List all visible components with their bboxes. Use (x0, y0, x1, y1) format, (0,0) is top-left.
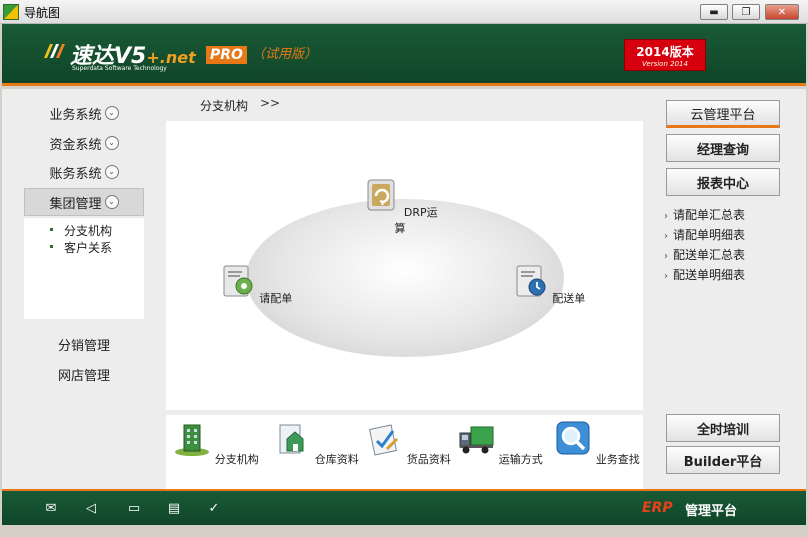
training-button[interactable]: 全时培训 (666, 414, 780, 442)
chevron-right-icon: › (664, 231, 668, 242)
trial-label: （试用版） (252, 47, 318, 62)
close-icon: ✕ (777, 6, 787, 18)
breadcrumb-arrow: >> (260, 96, 281, 110)
nav-item-distribution[interactable]: 分销管理 (24, 335, 144, 354)
check-icon[interactable]: ✓ (205, 501, 223, 517)
nav-label: 业务系统 (49, 107, 102, 123)
nav-item-funds[interactable]: 资金系统 ⌄ (24, 129, 144, 157)
nav-label: 账务系统 (49, 166, 102, 182)
nav-label: 资金系统 (49, 137, 102, 153)
builder-platform-button[interactable]: Builder平台 (666, 446, 780, 474)
nav-label: 集团管理 (49, 196, 102, 212)
chevron-down-icon: ⌄ (104, 165, 119, 179)
main-area: 业务系统 ⌄ 资金系统 ⌄ 账务系统 ⌄ 集团管理 ⌄ 分支机构 客户关系 分销管理 网… (2, 89, 806, 489)
goods-doc-icon (369, 424, 399, 456)
node-delivery[interactable]: 配送单 (508, 262, 588, 306)
mail-icon[interactable]: ✉ (42, 501, 60, 517)
erp-label: ERP (642, 500, 673, 516)
flow-diagram: DRP运算 请配单 配送单 (166, 121, 643, 410)
logo-subtitle: Superdata Software Technology (72, 65, 167, 72)
maximize-icon: ❐ (741, 6, 751, 18)
link-delivery-detail[interactable]: › 配送单明细表 (664, 266, 745, 283)
clock-document-icon (516, 265, 546, 297)
footer-bar: ✉ ◁ ▭ ▤ ✓ ERP 管理平台 (2, 489, 806, 525)
nav-item-business[interactable]: 业务系统 ⌄ (24, 99, 144, 127)
gear-document-icon (223, 265, 253, 297)
refresh-box-icon (367, 179, 395, 211)
link-delivery-summary[interactable]: › 配送单汇总表 (664, 246, 745, 263)
search-icon (556, 421, 590, 455)
truck-icon (459, 426, 494, 454)
shortcut-branch[interactable]: 分支机构 (171, 419, 261, 467)
link-request-detail[interactable]: › 请配单明细表 (664, 226, 745, 243)
chevron-down-icon: ⌄ (104, 195, 119, 209)
chevron-down-icon: ⌄ (104, 106, 119, 120)
minimize-icon: ▬ (709, 6, 719, 18)
window-title: 导航图 (24, 6, 61, 20)
app-icon (3, 4, 19, 20)
shortcut-label: 仓库资料 (314, 453, 359, 466)
bullet-icon (50, 245, 53, 248)
version-sub: Version 2014 (642, 60, 688, 68)
minimize-button[interactable]: ▬ (700, 4, 728, 20)
shortcut-search[interactable]: 业务查找 (552, 419, 642, 467)
maximize-button[interactable]: ❐ (732, 4, 760, 20)
header-banner: 速达V5+.net Superdata Software Technology … (2, 24, 806, 86)
report-center-button[interactable]: 报表中心 (666, 168, 780, 196)
group-subpanel: 分支机构 客户关系 (24, 218, 144, 319)
node-label: DRP运算 (394, 206, 438, 235)
chevron-right-icon: › (664, 271, 668, 282)
shortcut-transport[interactable]: 运输方式 (455, 419, 545, 467)
logo-mark-icon (44, 44, 65, 58)
close-button[interactable]: ✕ (765, 4, 799, 20)
subnav-label: 客户关系 (64, 241, 113, 255)
link-label: 配送单汇总表 (673, 248, 746, 262)
warehouse-icon (279, 424, 304, 454)
book-icon[interactable]: ▭ (125, 501, 143, 517)
shortcut-label: 业务查找 (595, 453, 640, 466)
node-label: 请配单 (259, 292, 293, 305)
chevron-down-icon: ⌄ (104, 136, 119, 150)
subnav-label: 分支机构 (64, 224, 113, 238)
breadcrumb: 分支机构 (200, 99, 249, 113)
bullet-icon (50, 228, 53, 231)
chevron-right-icon: › (664, 251, 668, 262)
link-label: 请配单明细表 (673, 228, 746, 242)
nav-item-webshop[interactable]: 网店管理 (24, 365, 144, 384)
nav-item-accounts[interactable]: 账务系统 ⌄ (24, 158, 144, 186)
speaker-icon[interactable]: ◁ (82, 501, 100, 517)
nav-item-group[interactable]: 集团管理 ⌄ (24, 188, 144, 216)
shortcut-label: 分支机构 (214, 453, 259, 466)
version-main: 2014版本 (636, 45, 694, 59)
node-request[interactable]: 请配单 (215, 262, 295, 306)
edition-badge: PRO (206, 46, 247, 64)
title-bar: 导航图 ▬ ❐ ✕ (0, 0, 808, 24)
shortcut-goods[interactable]: 货品资料 (363, 419, 453, 467)
shortcut-warehouse[interactable]: 仓库资料 (271, 419, 361, 467)
subnav-item-customer[interactable]: 客户关系 (50, 239, 113, 256)
link-request-summary[interactable]: › 请配单汇总表 (664, 206, 745, 223)
building-icon (175, 424, 210, 456)
cloud-platform-button[interactable]: 云管理平台 (666, 100, 780, 128)
version-badge: 2014版本 Version 2014 (624, 39, 706, 71)
platform-title: 管理平台 (685, 504, 738, 519)
subnav-item-branch[interactable]: 分支机构 (50, 222, 113, 239)
shortcut-label: 货品资料 (406, 453, 451, 466)
node-label: 配送单 (552, 292, 586, 305)
manager-query-button[interactable]: 经理查询 (666, 134, 780, 162)
window-bottom-edge (0, 525, 808, 537)
copy-icon[interactable]: ▤ (165, 501, 183, 517)
node-drp[interactable]: DRP运算 (360, 176, 440, 236)
shortcut-bar: 分支机构 仓库资料 货品资料 运输方式 业务查找 (166, 415, 643, 489)
link-label: 请配单汇总表 (673, 208, 746, 222)
link-label: 配送单明细表 (673, 268, 746, 282)
shortcut-label: 运输方式 (498, 453, 543, 466)
chevron-right-icon: › (664, 211, 668, 222)
